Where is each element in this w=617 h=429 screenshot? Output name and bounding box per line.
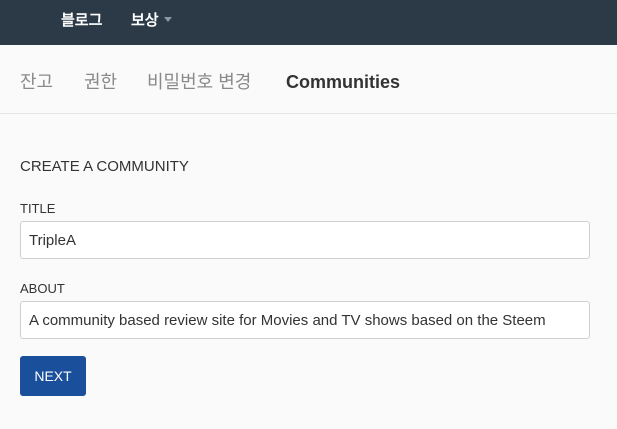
nav-link-blog[interactable]: 블로그 <box>61 12 102 30</box>
tab-permissions[interactable]: 권한 <box>84 71 117 93</box>
top-nav-bar: 블로그 보상 <box>0 0 617 45</box>
settings-tabs: 잔고 권한 비밀번호 변경 Communities <box>0 45 617 114</box>
tab-balance[interactable]: 잔고 <box>20 71 53 93</box>
title-input[interactable] <box>20 221 590 259</box>
tab-change-password[interactable]: 비밀번호 변경 <box>147 71 251 93</box>
about-input[interactable] <box>20 301 590 339</box>
about-label: ABOUT <box>20 281 65 296</box>
chevron-down-icon <box>163 17 172 22</box>
nav-link-rewards-label: 보상 <box>131 12 159 29</box>
section-title: CREATE A COMMUNITY <box>20 158 189 175</box>
tab-communities[interactable]: Communities <box>286 71 400 93</box>
title-label: TITLE <box>20 201 56 216</box>
nav-link-rewards[interactable]: 보상 <box>131 12 172 30</box>
next-button[interactable]: NEXT <box>20 356 86 396</box>
